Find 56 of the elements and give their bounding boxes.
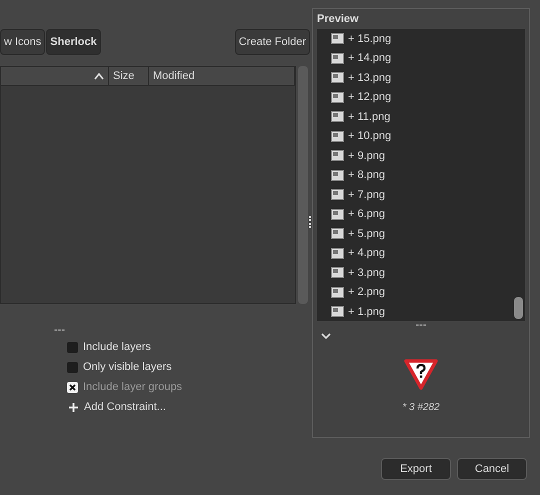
layer-name[interactable]: + 6.png [348, 206, 386, 222]
check-cross-icon [69, 384, 76, 390]
column-header[interactable]: Modified [149, 67, 295, 85]
column-header-label: Modified [153, 68, 195, 84]
scrollbar-thumb[interactable] [514, 297, 523, 319]
warning-icon [404, 358, 438, 390]
checkbox-label: Only visible layers [83, 360, 172, 375]
image-layer-icon [331, 72, 344, 84]
layer-name[interactable]: + 7.png [348, 186, 386, 203]
checkbox[interactable] [67, 342, 78, 352]
checkbox[interactable] [67, 362, 78, 372]
layer-name[interactable]: + 1.png [348, 304, 386, 320]
image-layer-icon [331, 189, 344, 200]
plus-icon [69, 402, 78, 412]
image-layer-icon [331, 130, 344, 142]
add-constraint-button[interactable]: Add Constraint... [69, 397, 166, 417]
layer-name[interactable]: + 12.png [348, 89, 392, 106]
image-layer-icon [331, 228, 344, 240]
layer-name[interactable]: + 4.png [348, 245, 386, 262]
preview-caption: * 3 #282 [401, 401, 441, 415]
separator-handle[interactable]: --- [54, 325, 182, 335]
column-header-label: Size [113, 68, 134, 84]
image-layer-icon [331, 170, 344, 181]
checkbox-label: Include layer groups [83, 380, 182, 395]
image-layer-icon [331, 306, 344, 318]
layer-name[interactable]: + 11.png [348, 108, 390, 125]
checkbox-label: Include layers [83, 340, 151, 355]
column-header[interactable]: Size [109, 67, 149, 85]
image-layer-icon [331, 52, 344, 64]
create-folder-button[interactable]: Create Folder [234, 29, 310, 55]
image-layer-icon [331, 248, 344, 259]
panel-title: Preview [316, 12, 360, 27]
layer-name[interactable]: + 8.png [348, 167, 386, 184]
dialog-button[interactable]: Cancel [457, 458, 527, 480]
dialog-button[interactable]: Export [381, 458, 451, 480]
layer-name[interactable]: + 10.png [348, 128, 392, 144]
layer-name[interactable]: + 2.png [348, 284, 386, 300]
toolbar-button[interactable]: Sherlock [46, 29, 101, 55]
image-layer-icon [331, 286, 344, 298]
scrollbar[interactable] [298, 66, 308, 304]
layer-name[interactable]: + 15.png [348, 30, 392, 47]
image-layer-icon [331, 150, 344, 162]
separator-handle[interactable]: --- [313, 321, 529, 329]
sort-up-icon [94, 72, 104, 80]
layer-name[interactable]: + 3.png [348, 264, 386, 281]
layer-name[interactable]: + 5.png [348, 226, 386, 242]
image-layer-icon [331, 111, 344, 122]
layer-name[interactable]: + 13.png [348, 70, 392, 86]
image-layer-icon [331, 92, 344, 103]
chevron-down-icon[interactable] [321, 333, 331, 340]
image-layer-icon [331, 267, 344, 278]
image-layer-icon [331, 33, 344, 44]
layer-name[interactable]: + 14.png [348, 50, 392, 66]
toolbar-button[interactable]: w Icons [0, 29, 46, 55]
layer-name[interactable]: + 9.png [348, 148, 386, 164]
image-layer-icon [331, 208, 344, 220]
